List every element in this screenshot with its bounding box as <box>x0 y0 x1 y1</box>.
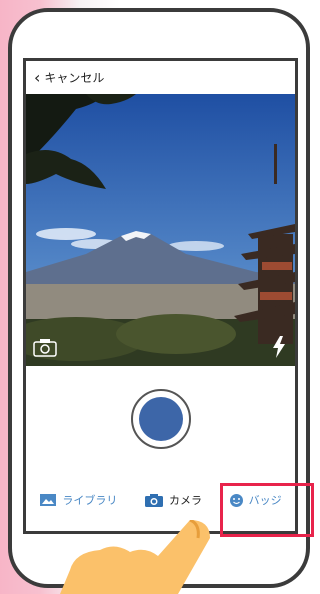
pointing-hand-icon <box>60 520 210 594</box>
tab-library[interactable]: ライブラリ <box>39 492 117 508</box>
camera-preview <box>26 94 295 366</box>
tab-camera[interactable]: カメラ <box>144 492 202 508</box>
shutter-button[interactable] <box>130 388 191 449</box>
tab-library-label: ライブラリ <box>62 494 118 507</box>
top-bar: ‹ キャンセル <box>26 61 295 94</box>
image-icon <box>40 494 57 506</box>
back-chevron-icon[interactable]: ‹ <box>34 69 40 86</box>
camera-icon <box>144 493 163 507</box>
flash-icon[interactable] <box>271 336 287 358</box>
shutter-area <box>26 366 295 471</box>
tab-camera-label: カメラ <box>168 494 202 507</box>
cancel-button[interactable]: キャンセル <box>44 69 104 86</box>
shutter-fill <box>138 396 183 441</box>
switch-camera-icon[interactable] <box>32 338 58 358</box>
app-screen: ‹ キャンセル ライブラリ カメラ バッジ <box>23 58 298 534</box>
camera-preview-image <box>26 94 295 366</box>
